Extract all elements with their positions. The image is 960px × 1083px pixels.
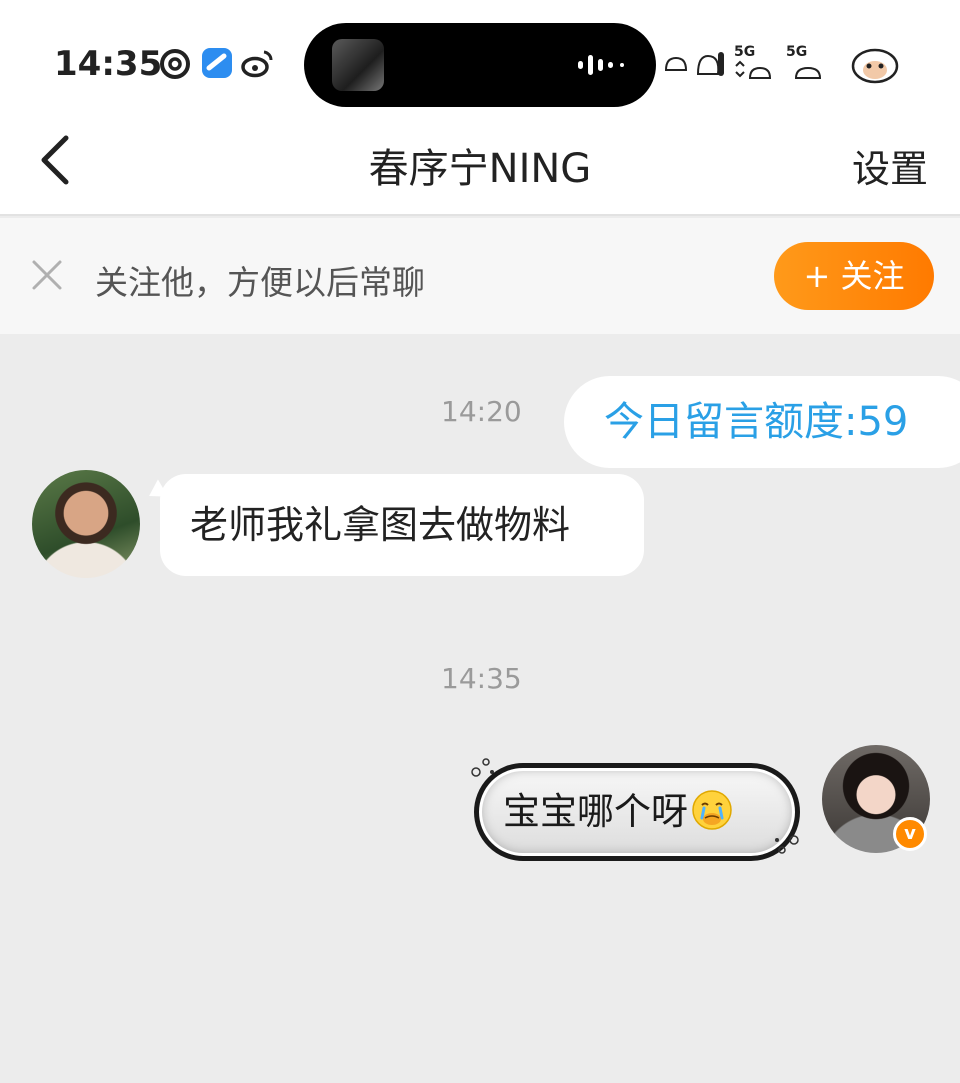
- quota-message-bubble: 今日留言额度:59: [564, 376, 960, 468]
- page-title: 春序宁NING: [368, 146, 592, 192]
- media-thumbnail: [332, 39, 384, 91]
- signal-5g-icon: 5G: [786, 44, 832, 84]
- follow-banner: 关注他，方便以后常聊 + 关注: [0, 218, 960, 334]
- message-timestamp: 14:20: [441, 395, 522, 428]
- cat-sticker-icon: [664, 52, 724, 76]
- signal-5g-icon: 5G: [734, 44, 780, 84]
- cat-signal-icon: [735, 60, 772, 79]
- tearful-face-emoji: [692, 790, 732, 830]
- outgoing-message-bubble[interactable]: 宝宝哪个呀: [474, 763, 800, 861]
- outgoing-message-text: 宝宝哪个呀: [503, 790, 688, 833]
- status-time: 14:35: [54, 44, 163, 84]
- follow-button[interactable]: + 关注: [774, 242, 934, 310]
- message-timestamp: 14:35: [441, 662, 522, 695]
- contact-avatar[interactable]: [32, 470, 140, 578]
- weibo-icon: [241, 50, 273, 78]
- status-bar: 14:35 5G 5G: [0, 0, 960, 110]
- audio-wave-icon: [578, 55, 624, 75]
- cat-signal-icon: [794, 66, 822, 79]
- close-icon[interactable]: [30, 258, 64, 292]
- app-blue-icon: [202, 48, 232, 78]
- vip-badge: v: [893, 817, 927, 851]
- incoming-message-bubble[interactable]: 老师我礼拿图去做物料: [160, 474, 644, 576]
- bubble-decoration-icon: [775, 835, 799, 854]
- dynamic-island[interactable]: [304, 23, 656, 107]
- follow-prompt: 关注他，方便以后常聊: [95, 263, 425, 302]
- netease-music-icon: [160, 49, 190, 79]
- settings-button[interactable]: 设置: [852, 138, 928, 193]
- chat-header: 春序宁NING 设置: [0, 110, 960, 216]
- avatar-sticker-icon: [851, 48, 899, 84]
